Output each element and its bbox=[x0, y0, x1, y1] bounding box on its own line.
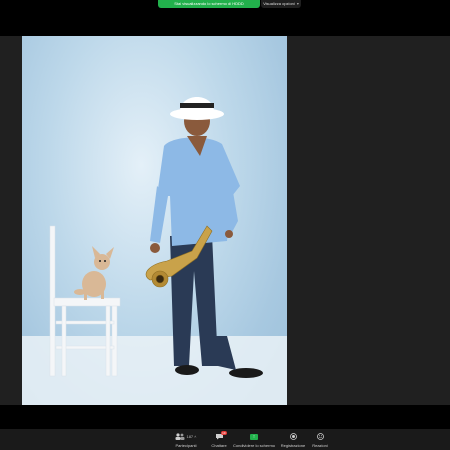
top-black-bar bbox=[0, 9, 450, 36]
meeting-toolbar: 187 ˄ Partecipanti 19 Chattare ↑ Condivi… bbox=[0, 429, 450, 450]
view-options-label: Visualizza opzioni bbox=[263, 1, 295, 6]
chat-label: Chattare bbox=[211, 443, 227, 448]
record-icon bbox=[289, 431, 297, 442]
chat-badge: 19 bbox=[221, 431, 227, 435]
share-screen-icon: ↑ bbox=[250, 433, 258, 440]
shared-photo bbox=[22, 36, 287, 405]
photo-illustration bbox=[22, 97, 287, 405]
share-screen-icon-wrap: ↑ bbox=[250, 431, 258, 442]
dog bbox=[74, 246, 114, 300]
lower-black-bar bbox=[0, 405, 450, 429]
reactions-label: Reazioni bbox=[312, 443, 328, 448]
chat-icon: 19 bbox=[215, 431, 227, 442]
participants-label: Partecipanti bbox=[175, 443, 197, 448]
participants-icon: 187 ˄ bbox=[175, 431, 197, 442]
reactions-button[interactable]: Reazioni bbox=[298, 431, 342, 450]
view-options-button[interactable]: Visualizza opzioni ▾ bbox=[261, 0, 301, 8]
chevron-down-icon: ▾ bbox=[296, 1, 299, 6]
screen-share-status[interactable]: Stai visualizzando lo schermo di HDDD bbox=[158, 0, 260, 8]
reactions-icon bbox=[316, 431, 324, 442]
participant-count: 187 bbox=[186, 434, 194, 439]
share-screen-button[interactable]: ↑ Condividere lo schermo bbox=[232, 431, 276, 450]
share-screen-label: Condividere lo schermo bbox=[232, 443, 276, 448]
